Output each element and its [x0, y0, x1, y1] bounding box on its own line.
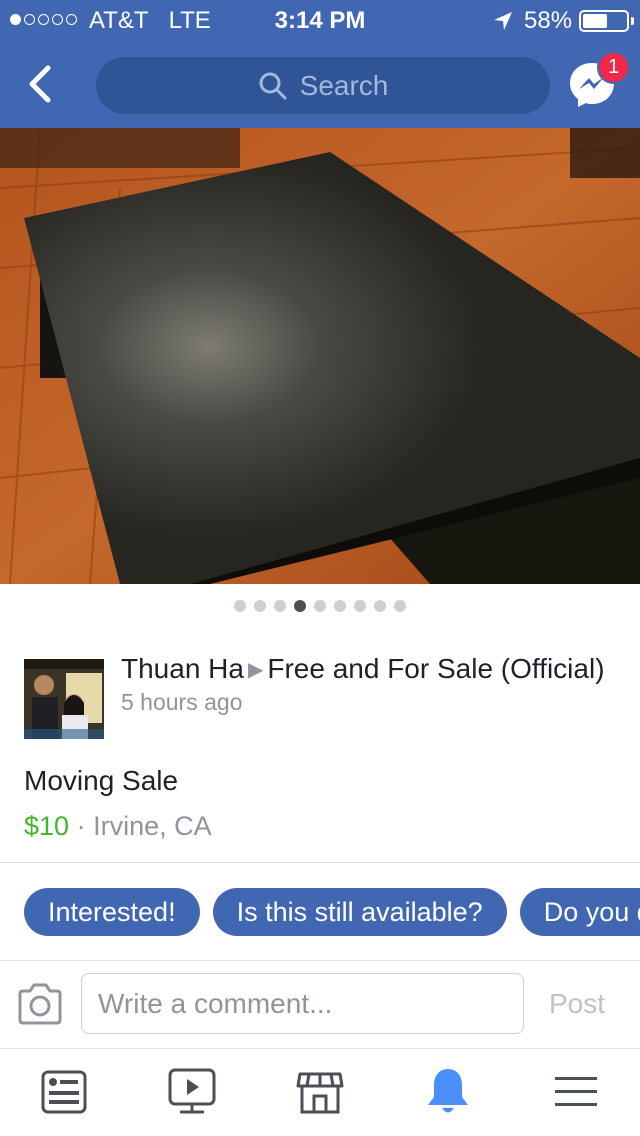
top-header: AT&T LTE 3:14 PM 58% Search 1 [0, 0, 640, 128]
listing-photo[interactable] [0, 128, 640, 584]
post-meta: Thuan Ha ▶ Free and For Sale (Official) 5 … [121, 652, 621, 716]
tab-menu[interactable] [544, 1060, 608, 1124]
carousel-dot [374, 600, 386, 612]
bell-icon [428, 1069, 468, 1113]
carousel-dot [274, 600, 286, 612]
battery-percent: 58% [524, 7, 573, 34]
separator: · [76, 811, 86, 841]
price-location: $10 · Irvine, CA [24, 811, 212, 842]
status-bar: AT&T LTE 3:14 PM 58% [0, 0, 640, 40]
carousel-dot [394, 600, 406, 612]
author-name[interactable]: Thuan Ha [121, 653, 244, 684]
video-icon [168, 1068, 216, 1114]
divider [0, 1048, 640, 1049]
carousel-dot [314, 600, 326, 612]
search-input[interactable]: Search [96, 57, 550, 114]
avatar[interactable] [24, 659, 104, 739]
post-timestamp: 5 hours ago [121, 689, 243, 715]
quick-replies: Interested! Is this still available? Do yo… [24, 888, 640, 936]
marketplace-icon [296, 1072, 344, 1114]
carousel-dot [334, 600, 346, 612]
item-location: Irvine, CA [93, 811, 212, 841]
search-placeholder: Search [299, 69, 389, 101]
quick-reply-available[interactable]: Is this still available? [212, 888, 507, 936]
tab-video[interactable] [160, 1060, 224, 1124]
tab-marketplace[interactable] [288, 1060, 352, 1124]
divider [0, 862, 640, 863]
divider [0, 960, 640, 961]
carousel-dot [234, 600, 246, 612]
tab-news-feed[interactable] [32, 1060, 96, 1124]
back-button[interactable] [20, 62, 60, 106]
post-comment-button[interactable]: Post [549, 988, 605, 1020]
search-icon [259, 72, 287, 99]
carousel-dot [354, 600, 366, 612]
battery-icon [579, 10, 629, 32]
news-feed-icon [41, 1070, 87, 1114]
carousel-indicator [0, 600, 640, 612]
tab-notifications[interactable] [416, 1060, 480, 1124]
item-price: $10 [24, 811, 70, 841]
quick-reply-deliver[interactable]: Do you deliver? [519, 888, 640, 936]
camera-icon[interactable] [16, 982, 64, 1026]
arrow-right-icon: ▶ [247, 659, 264, 681]
carousel-dot [294, 600, 306, 612]
group-name[interactable]: Free and For Sale (Official) [267, 653, 604, 684]
quick-reply-interested[interactable]: Interested! [24, 888, 200, 936]
menu-icon [555, 1077, 597, 1106]
post-title: Thuan Ha ▶ Free and For Sale (Official) [121, 652, 621, 687]
item-title: Moving Sale [24, 765, 179, 796]
comment-input[interactable] [81, 973, 524, 1034]
carousel-dot [254, 600, 266, 612]
messenger-badge: 1 [597, 51, 630, 84]
location-arrow-icon [494, 12, 512, 30]
